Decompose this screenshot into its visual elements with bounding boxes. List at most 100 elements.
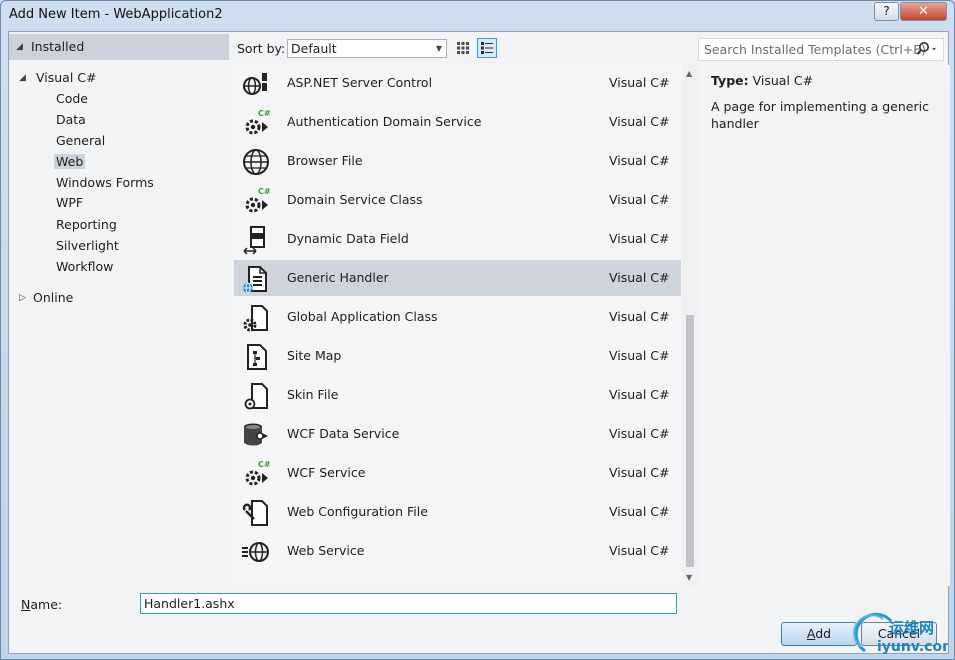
template-item-web-service[interactable]: Web Service Visual C# — [234, 533, 681, 569]
template-description: A page for implementing a generic handle… — [711, 99, 929, 131]
template-language: Visual C# — [609, 543, 670, 558]
search-templates-input[interactable]: Search Installed Templates (Ctrl+E) — [698, 38, 944, 61]
config-icon — [242, 500, 268, 526]
template-name: Generic Handler — [287, 270, 389, 285]
template-name: ASP.NET Server Control — [287, 75, 433, 90]
web-service-icon — [242, 542, 269, 562]
tree-child-silverlight[interactable]: Silverlight — [54, 238, 121, 253]
type-value: Visual C# — [752, 73, 814, 88]
template-item-aspnet-server-control[interactable]: ASP.NET Server Control Visual C# — [234, 65, 681, 101]
template-item-domain-service-class[interactable]: C# Domain Service Class Visual C# — [234, 182, 681, 218]
gear-document-icon — [243, 305, 268, 332]
template-item-authentication-domain-service[interactable]: C# Authentication Domain Service Visual … — [234, 104, 681, 140]
skin-file-icon — [244, 383, 268, 410]
template-name: Skin File — [287, 387, 339, 402]
template-language: Visual C# — [609, 426, 670, 441]
tree-child-general[interactable]: General — [54, 133, 107, 148]
details-pane: Type: Visual C# A page for implementing … — [699, 65, 950, 586]
template-language: Visual C# — [609, 387, 670, 402]
handler-icon — [243, 266, 267, 294]
template-item-site-map[interactable]: Site Map Visual C# — [234, 338, 681, 374]
sort-by-select[interactable]: Default ▼ — [287, 39, 447, 58]
globe-icon — [243, 149, 269, 175]
watermark-line1: 运维网 — [889, 619, 934, 637]
add-new-item-dialog: Add New Item - WebApplication2 ? ✕ ◢ Ins… — [0, 0, 955, 660]
tree-child-windows-forms[interactable]: Windows Forms — [54, 175, 156, 190]
template-language: Visual C# — [609, 504, 670, 519]
help-button[interactable]: ? — [874, 2, 899, 21]
template-type: Type: Visual C# — [711, 73, 813, 88]
template-list: ASP.NET Server Control Visual C# C# Auth… — [234, 65, 682, 586]
template-language: Visual C# — [609, 231, 670, 246]
template-item-global-application-class[interactable]: Global Application Class Visual C# — [234, 299, 681, 335]
template-item-generic-handler[interactable]: Generic Handler Visual C# — [234, 260, 681, 296]
sitemap-icon — [247, 344, 267, 370]
template-name: WCF Service — [287, 465, 366, 480]
template-list-scrollbar[interactable]: ▲ ▼ — [682, 65, 699, 586]
site-watermark-logo: 运维网 iyunv.com — [853, 612, 948, 655]
name-label-accelerator: N — [21, 597, 31, 612]
tree-child-data[interactable]: Data — [54, 112, 88, 127]
dialog-client-area: ◢ Installed ◢ Visual C# Code Data Genera… — [8, 31, 950, 654]
close-button[interactable]: ✕ — [900, 2, 947, 21]
template-language: Visual C# — [609, 348, 670, 363]
template-language: Visual C# — [609, 270, 670, 285]
template-item-wcf-data-service[interactable]: WCF Data Service Visual C# — [234, 416, 681, 452]
scroll-down-arrow-icon[interactable]: ▼ — [686, 573, 692, 582]
list-view-icon — [481, 42, 493, 54]
template-language: Visual C# — [609, 114, 670, 129]
grid-view-icon — [457, 42, 469, 54]
svg-text:C#: C# — [258, 187, 271, 196]
template-name: Browser File — [287, 153, 363, 168]
template-name: Global Application Class — [287, 309, 438, 324]
template-language: Visual C# — [609, 75, 670, 90]
template-language: Visual C# — [609, 192, 670, 207]
expanded-arrow-icon: ◢ — [16, 42, 23, 52]
scroll-up-arrow-icon[interactable]: ▲ — [686, 69, 692, 78]
window-title: Add New Item - WebApplication2 — [9, 7, 223, 22]
template-name: Authentication Domain Service — [287, 114, 482, 129]
template-name: Site Map — [287, 348, 342, 363]
template-item-skin-file[interactable]: Skin File Visual C# — [234, 377, 681, 413]
scrollbar-thumb[interactable] — [686, 315, 694, 567]
tree-node-online[interactable]: ▷ Online — [19, 288, 73, 308]
database-icon — [244, 423, 268, 446]
search-placeholder: Search Installed Templates (Ctrl+E) — [704, 42, 927, 57]
template-item-web-configuration-file[interactable]: Web Configuration File Visual C# — [234, 494, 681, 530]
template-language: Visual C# — [609, 465, 670, 480]
title-bar: Add New Item - WebApplication2 ? ✕ — [1, 1, 954, 31]
watermark-line2: iyunv.com — [877, 639, 948, 655]
tree-child-web[interactable]: Web — [54, 154, 86, 169]
name-input[interactable]: Handler1.ashx — [140, 593, 677, 614]
csharp-gear-icon: C# — [245, 109, 271, 135]
template-item-browser-file[interactable]: Browser File Visual C# — [234, 143, 681, 179]
tree-node-visual-csharp-label: Visual C# — [36, 70, 97, 85]
tree-child-wpf[interactable]: WPF — [54, 195, 85, 210]
medium-icons-view-button[interactable] — [453, 38, 473, 58]
tree-child-reporting[interactable]: Reporting — [54, 217, 119, 232]
template-item-wcf-service[interactable]: C# WCF Service Visual C# — [234, 455, 681, 491]
template-name: Dynamic Data Field — [287, 231, 409, 246]
tree-node-visual-csharp[interactable]: ◢ Visual C# — [19, 68, 97, 88]
add-button[interactable]: Add — [781, 622, 857, 646]
template-item-dynamic-data-field[interactable]: Dynamic Data Field Visual C# — [234, 221, 681, 257]
name-label: Name: — [21, 597, 62, 612]
data-field-icon — [243, 226, 265, 255]
svg-text:C#: C# — [258, 109, 271, 118]
dropdown-arrow-icon: ▼ — [435, 44, 442, 53]
tree-node-installed-label: Installed — [31, 39, 85, 54]
tree-child-code[interactable]: Code — [54, 91, 90, 106]
svg-text:C#: C# — [258, 460, 271, 469]
template-name: Domain Service Class — [287, 192, 423, 207]
list-view-button[interactable] — [477, 38, 497, 58]
csharp-gear-icon: C# — [245, 460, 271, 486]
name-label-rest: ame: — [30, 597, 63, 612]
collapsed-arrow-icon: ▷ — [19, 293, 26, 303]
csharp-gear-icon: C# — [245, 187, 271, 213]
search-icon — [916, 42, 936, 55]
tree-node-installed[interactable]: ◢ Installed — [9, 34, 229, 60]
tree-child-workflow[interactable]: Workflow — [54, 259, 115, 274]
tree-node-online-label: Online — [33, 290, 74, 305]
type-label: Type: — [711, 73, 749, 88]
add-button-accelerator: A — [806, 626, 816, 641]
